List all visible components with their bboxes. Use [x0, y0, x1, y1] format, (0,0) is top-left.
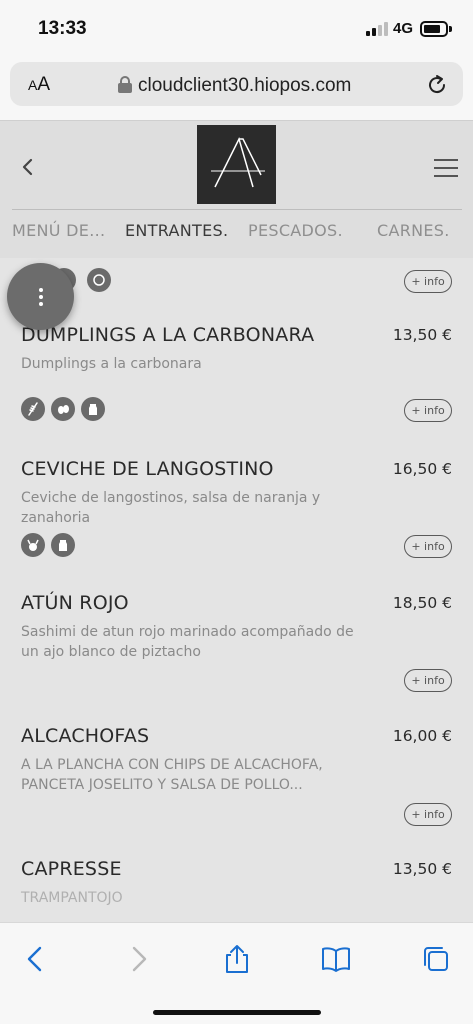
- category-tabs: MENÚ DE... ENTRANTES. PESCADOS. CARNES.: [0, 221, 473, 251]
- item-description: A LA PLANCHA CON CHIPS DE ALCACHOFA, PAN…: [21, 757, 323, 793]
- item-price: 13,50 €: [392, 860, 452, 878]
- menu-hamburger-icon[interactable]: [434, 159, 458, 177]
- lock-icon: [118, 76, 132, 93]
- more-options-button[interactable]: [7, 263, 74, 330]
- eggs-icon: [51, 397, 75, 421]
- browser-address-area: AA cloudclient30.hiopos.com: [0, 58, 473, 120]
- more-vertical-icon: [39, 288, 43, 292]
- item-name: ATÚN ROJO: [21, 592, 129, 614]
- item-name: CAPRESSE: [21, 858, 122, 880]
- gluten-icon: [21, 397, 45, 421]
- back-chevron-icon[interactable]: [18, 157, 38, 177]
- back-icon[interactable]: [20, 943, 52, 975]
- item-description: Ceviche de langostinos, salsa de naranja…: [21, 490, 321, 526]
- cellular-signal-icon: [366, 22, 388, 36]
- info-button[interactable]: + info: [404, 399, 452, 422]
- text-size-button[interactable]: AA: [28, 74, 50, 96]
- tab-carnes[interactable]: CARNES.: [377, 221, 450, 240]
- item-price: 18,50 €: [392, 594, 452, 612]
- info-button[interactable]: + info: [404, 803, 452, 826]
- restaurant-logo: [197, 125, 276, 204]
- info-button[interactable]: + info: [404, 270, 452, 293]
- share-icon[interactable]: [221, 943, 253, 975]
- info-button[interactable]: + info: [404, 535, 452, 558]
- item-description: Dumplings a la carbonara: [21, 356, 202, 372]
- item-description: Sashimi de atun rojo marinado acompañado…: [21, 624, 354, 660]
- home-indicator: [153, 1010, 321, 1015]
- address-bar[interactable]: AA cloudclient30.hiopos.com: [10, 62, 463, 106]
- tab-pescados[interactable]: PESCADOS.: [248, 221, 343, 240]
- restaurant-menu-page: MENÚ DE... ENTRANTES. PESCADOS. CARNES. …: [0, 120, 473, 922]
- allergen-row: [21, 533, 81, 559]
- item-description: TRAMPANTOJO: [21, 890, 123, 906]
- forward-icon[interactable]: [122, 943, 154, 975]
- nuts-icon: [87, 268, 112, 292]
- network-type: 4G: [392, 20, 413, 37]
- tab-menu-del-dia[interactable]: MENÚ DE...: [12, 221, 105, 240]
- status-bar: 13:33 4G: [0, 0, 473, 58]
- milk-icon: [51, 533, 75, 557]
- bookmarks-icon[interactable]: [320, 943, 352, 975]
- divider: [12, 209, 462, 210]
- clock: 13:33: [38, 18, 87, 39]
- app-header: MENÚ DE... ENTRANTES. PESCADOS. CARNES.: [0, 120, 473, 258]
- milk-icon: [81, 397, 105, 421]
- item-price: 16,50 €: [392, 460, 452, 478]
- browser-toolbar: [0, 922, 473, 1024]
- tab-entrantes[interactable]: ENTRANTES.: [125, 221, 228, 240]
- tabs-icon[interactable]: [420, 943, 452, 975]
- allergen-row: [21, 397, 111, 423]
- item-price: 13,50 €: [392, 326, 452, 344]
- url-text[interactable]: cloudclient30.hiopos.com: [138, 75, 351, 97]
- crustaceans-icon: [21, 533, 45, 557]
- battery-icon: [420, 21, 452, 37]
- item-name: DUMPLINGS A LA CARBONARA: [21, 324, 315, 346]
- item-price: 16,00 €: [392, 727, 452, 745]
- item-name: CEVICHE DE LANGOSTINO: [21, 458, 274, 480]
- reload-icon[interactable]: [424, 72, 450, 98]
- item-name: ALCACHOFAS: [21, 725, 150, 747]
- info-button[interactable]: + info: [404, 669, 452, 692]
